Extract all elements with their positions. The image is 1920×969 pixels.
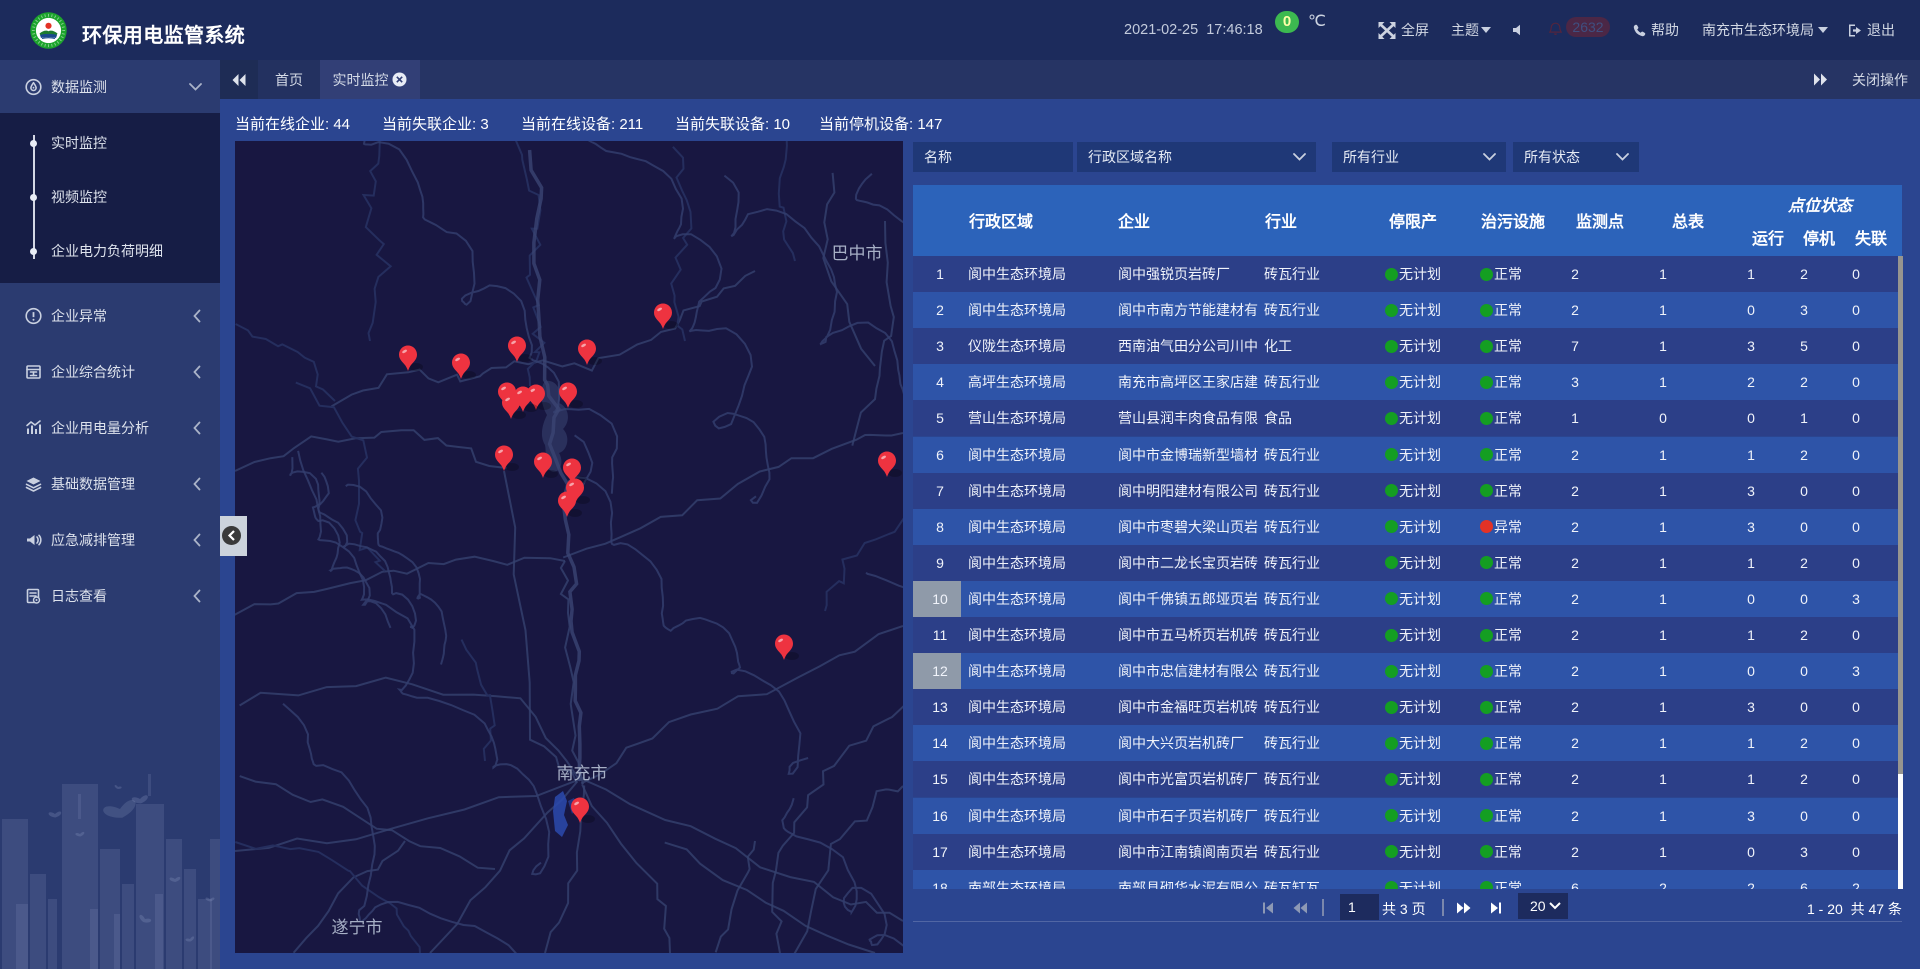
svg-text:遂宁市: 遂宁市 <box>332 918 383 937</box>
svg-text:南充市: 南充市 <box>557 764 608 783</box>
svg-text:巴中市: 巴中市 <box>832 244 883 263</box>
